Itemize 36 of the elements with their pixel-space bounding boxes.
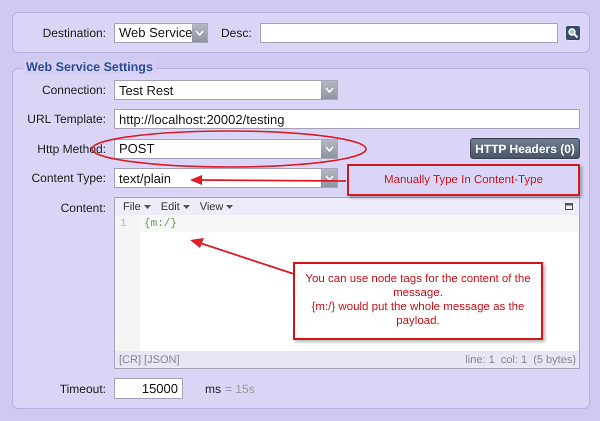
hint-text: = 15s <box>225 382 255 396</box>
callout-note: Manually Type In Content-Type <box>347 164 580 196</box>
menu-button[interactable]: View <box>200 200 234 212</box>
status-text: line: 1 col: 1 (5 bytes) <box>465 354 576 366</box>
line-number: 1 <box>120 218 127 230</box>
dropdown[interactable]: Web Service <box>114 22 208 42</box>
headers-button[interactable]: HTTP Headers (0) <box>470 138 580 159</box>
input-field[interactable] <box>260 22 558 42</box>
chevron-down-icon <box>324 175 334 181</box>
chevron-down-icon <box>324 87 334 93</box>
chevron-down-icon <box>324 146 334 152</box>
field-label: Desc: <box>221 26 252 40</box>
input-field[interactable]: http://localhost:20002/testing <box>114 109 580 129</box>
field-label: Content: <box>60 200 106 215</box>
field-label: URL Template: <box>26 112 106 126</box>
maximize-icon[interactable] <box>565 203 573 210</box>
caret-icon <box>182 204 190 208</box>
callout-note: You can use node tags for the content of the message. {m:/} would put the whole message as the payload. <box>293 262 543 340</box>
field-label: Destination: <box>42 26 106 40</box>
input-field[interactable]: 15000 <box>114 378 183 399</box>
status-text: [CR] [JSON] <box>119 354 180 366</box>
chevron-down-icon <box>195 30 204 36</box>
unit-label: ms <box>205 382 221 396</box>
caret-icon <box>144 204 151 208</box>
field-label: Connection: <box>40 83 106 97</box>
dropdown[interactable]: POST <box>114 138 338 158</box>
dropdown[interactable]: text/plain <box>114 168 338 188</box>
caret-icon <box>226 204 234 208</box>
section-title: Web Service Settings <box>23 60 156 74</box>
field-label: Content Type: <box>30 171 106 185</box>
dropdown[interactable]: Test Rest <box>114 80 338 100</box>
menu-button[interactable]: File <box>123 200 151 212</box>
search-icon[interactable] <box>566 26 580 40</box>
code-text: {m:/} <box>144 218 178 230</box>
menu-button[interactable]: Edit <box>160 200 190 212</box>
field-label: Timeout: <box>58 382 106 396</box>
